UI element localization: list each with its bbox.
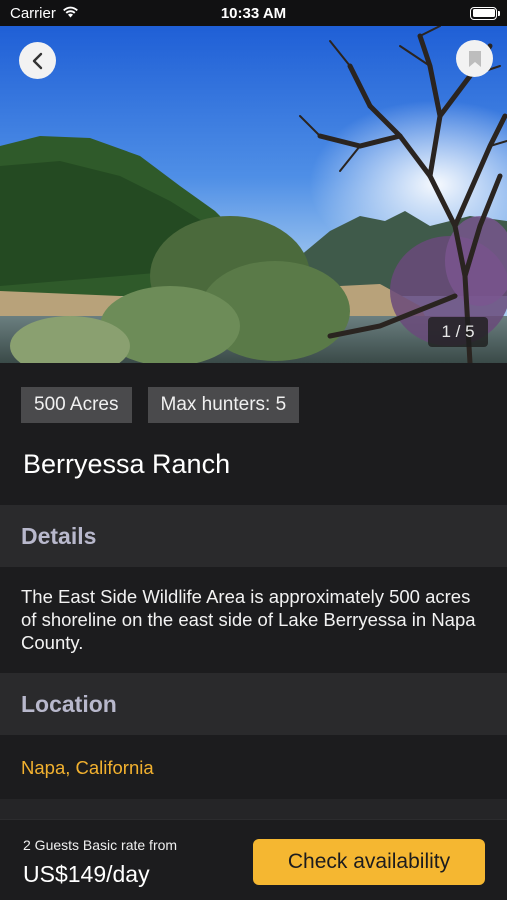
details-header: Details (0, 505, 507, 567)
status-left: Carrier (10, 5, 170, 22)
bookmark-icon (468, 50, 481, 67)
rate-price: US$149/day (23, 861, 150, 887)
carrier-label: Carrier (10, 4, 56, 22)
back-button[interactable] (19, 42, 56, 79)
wifi-icon (62, 5, 79, 22)
hero-image[interactable] (0, 26, 507, 363)
location-link[interactable]: Napa, California (0, 735, 507, 799)
details-text: The East Side Wildlife Area is approxima… (0, 567, 507, 673)
acreage-tag: 500 Acres (21, 387, 132, 423)
gallery-page-indicator: 1 / 5 (428, 317, 488, 347)
listing-tags: 500 Acres Max hunters: 5 (21, 387, 300, 423)
bookmark-button[interactable] (456, 40, 493, 77)
check-availability-button[interactable]: Check availability (253, 839, 485, 885)
chevron-left-icon (32, 52, 42, 69)
listing-title: Berryessa Ranch (23, 449, 231, 479)
landscape-photo (0, 26, 507, 363)
location-header: Location (0, 673, 507, 735)
max-hunters-tag: Max hunters: 5 (147, 387, 300, 423)
battery-icon (470, 6, 500, 20)
status-bar: Carrier 10:33 AM (0, 0, 507, 26)
status-time: 10:33 AM (220, 4, 287, 22)
booking-bar: 2 Guests Basic rate from US$149/day Chec… (0, 819, 507, 900)
section-divider (0, 799, 507, 819)
status-right (337, 6, 500, 20)
screen: Carrier 10:33 AM 1 / 5 500 Acres Max hun… (0, 0, 507, 900)
rate-caption: 2 Guests Basic rate from (23, 837, 178, 853)
